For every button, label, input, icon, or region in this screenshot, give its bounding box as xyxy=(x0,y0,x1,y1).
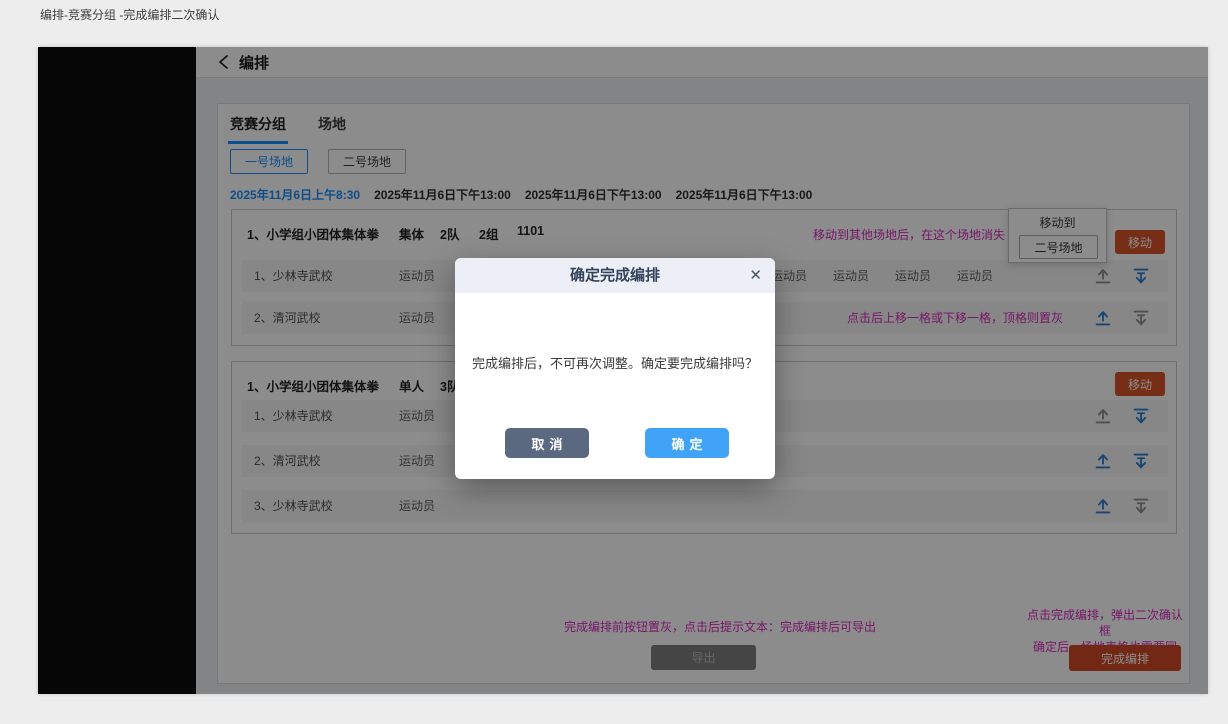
modal-header: 确定完成编排 ✕ xyxy=(455,258,775,293)
confirm-complete-modal: 确定完成编排 ✕ 完成编排后，不可再次调整。确定要完成编排吗？ 取消 确定 xyxy=(455,258,775,479)
confirm-button[interactable]: 确定 xyxy=(645,428,729,458)
modal-title: 确定完成编排 xyxy=(570,267,660,284)
modal-message: 完成编排后，不可再次调整。确定要完成编排吗？ xyxy=(455,353,775,372)
cancel-button[interactable]: 取消 xyxy=(505,428,589,458)
close-icon[interactable]: ✕ xyxy=(749,258,762,293)
screen: 编排-竞赛分组 -完成编排二次确认 编排 竞赛分组 场地 一号场地 xyxy=(0,0,1228,724)
page-title: 编排-竞赛分组 -完成编排二次确认 xyxy=(40,6,219,23)
